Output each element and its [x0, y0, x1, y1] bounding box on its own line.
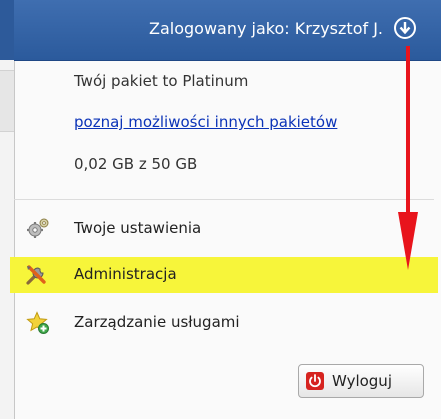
tools-icon [26, 265, 46, 285]
star-plus-icon [26, 311, 49, 334]
user-menu-screen: Zalogowany jako: Krzysztof J. Twój pakie… [0, 0, 441, 419]
package-info: Twój pakiet to Platinum [74, 72, 249, 90]
menu-item-label: Twoje ustawienia [74, 219, 202, 237]
logout-label: Wyloguj [332, 372, 392, 390]
power-icon [306, 372, 324, 390]
menu-item-label: Zarządzanie usługami [74, 313, 240, 331]
logout-button[interactable]: Wyloguj [298, 364, 424, 398]
menu-toggle-button[interactable] [394, 17, 416, 39]
user-header-bar: Zalogowany jako: Krzysztof J. [14, 0, 441, 61]
menu-item-administration[interactable]: Administracja [10, 257, 438, 293]
background-page-edge [0, 0, 15, 419]
user-dropdown-panel: Twój pakiet to Platinum poznaj możliwośc… [10, 61, 441, 419]
gears-icon [27, 218, 49, 238]
arrow-down-circle-icon [399, 22, 411, 35]
menu-item-label: Administracja [74, 265, 177, 283]
menu-item-services[interactable]: Zarządzanie usługami [14, 305, 434, 341]
storage-usage: 0,02 GB z 50 GB [74, 155, 198, 173]
logged-in-label: Zalogowany jako: Krzysztof J. [149, 19, 383, 38]
menu-divider [14, 199, 434, 200]
menu-item-settings[interactable]: Twoje ustawienia [14, 211, 434, 247]
other-packages-link[interactable]: poznaj możliwości innych pakietów [74, 113, 337, 131]
